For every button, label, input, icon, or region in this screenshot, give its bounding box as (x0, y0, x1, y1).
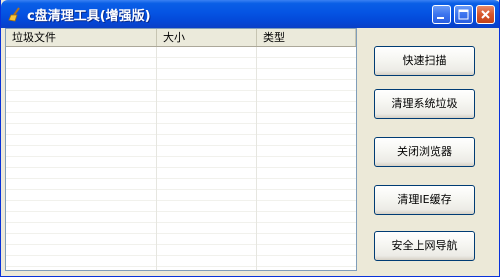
maximize-button[interactable] (454, 5, 473, 24)
quick-scan-button[interactable]: 快速扫描 (374, 46, 475, 76)
clean-system-junk-button[interactable]: 清理系统垃圾 (374, 89, 475, 119)
maximize-icon (458, 9, 469, 20)
column-header-size[interactable]: 大小 (157, 29, 257, 46)
column-header-file[interactable]: 垃圾文件 (6, 29, 157, 46)
app-window: c盘清理工具(增强版) 垃圾文件 大小 类型 快速扫描 清理系统垃圾 关闭浏览器… (0, 0, 500, 277)
minimize-button[interactable] (432, 5, 451, 24)
clean-ie-cache-button[interactable]: 清理IE缓存 (374, 185, 475, 215)
safe-navigation-button[interactable]: 安全上网导航 (374, 231, 475, 261)
list-body[interactable] (6, 47, 356, 270)
close-button[interactable] (476, 5, 495, 24)
column-divider (156, 47, 157, 270)
title-bar[interactable]: c盘清理工具(增强版) (1, 0, 499, 28)
close-icon (481, 10, 490, 19)
window-title: c盘清理工具(增强版) (27, 9, 151, 24)
column-divider (256, 47, 257, 270)
list-header: 垃圾文件 大小 类型 (6, 29, 356, 47)
close-browser-button[interactable]: 关闭浏览器 (374, 137, 475, 167)
junk-file-list[interactable]: 垃圾文件 大小 类型 (5, 28, 357, 271)
column-header-type[interactable]: 类型 (257, 29, 356, 46)
broom-icon (8, 6, 24, 22)
minimize-icon (437, 17, 444, 19)
